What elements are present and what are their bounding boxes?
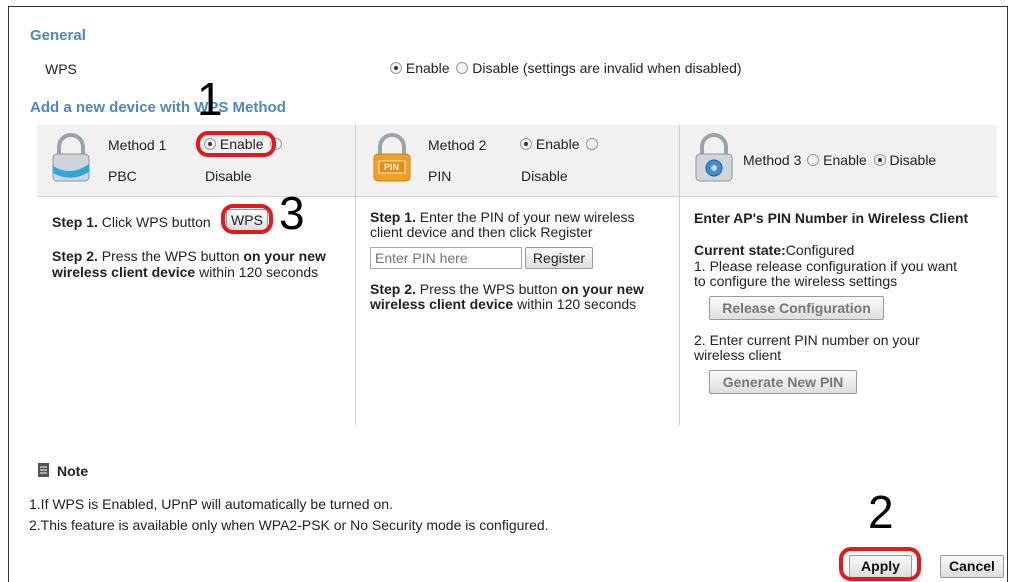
method3-disable-radio[interactable] — [873, 154, 886, 166]
method1-disable-label: Disable — [205, 168, 252, 184]
method3-name: Method 3 — [743, 152, 802, 168]
method3-disable-label: Disable — [889, 152, 937, 168]
wps-label: WPS — [45, 61, 77, 77]
wps-disable-label: Disable (settings are invalid when disab… — [472, 60, 742, 76]
method3-item2: 2. Enter current PIN number on your wire… — [694, 332, 920, 363]
method2-type: PIN — [428, 168, 452, 184]
wps-enable-label: Enable — [405, 60, 450, 76]
annotation-apply-highlight — [839, 547, 921, 581]
method1-step1: Step 1. Click WPS button — [52, 214, 211, 230]
pin-icon-text: PIN — [384, 162, 400, 172]
method3-state: Current state:Configured — [694, 242, 855, 258]
method1-type: PBC — [108, 168, 137, 184]
generate-new-pin-button[interactable]: Generate New PIN — [709, 370, 857, 394]
padlock-gear-icon — [693, 133, 735, 183]
annotation-number-3: 3 — [279, 187, 305, 239]
note-line-2: 2.This feature is available only when WP… — [29, 517, 549, 533]
method2-name: Method 2 — [428, 137, 487, 153]
annotation-number-1: 1 — [197, 73, 223, 125]
method1-name: Method 1 — [108, 137, 167, 153]
wps-toggle-group: Enable Disable (settings are invalid whe… — [390, 60, 742, 76]
method3-item1: 1. Please release configuration if you w… — [694, 258, 958, 289]
note-line-1: 1.If WPS is Enabled, UPnP will automatic… — [29, 496, 393, 512]
wps-disable-radio[interactable] — [456, 62, 469, 74]
method2-enable-label: Enable — [535, 136, 580, 152]
method3-title: Enter AP's PIN Number in Wireless Client — [694, 210, 969, 226]
method3-enable-label: Enable — [823, 152, 867, 168]
annotation-wps-highlight — [221, 204, 273, 234]
register-button[interactable]: Register — [525, 247, 593, 269]
method3-enable-radio[interactable] — [807, 154, 820, 166]
annotation-number-2: 2 — [868, 486, 894, 538]
method2-step2: Step 2. Press the WPS button on your new… — [370, 281, 644, 312]
method1-step2: Step 2. Press the WPS button on your new… — [52, 248, 326, 280]
pin-input[interactable] — [370, 247, 522, 269]
method2-enable-radio[interactable] — [520, 138, 532, 150]
padlock-pin-icon: PIN — [371, 133, 413, 183]
note-title: Note — [57, 463, 89, 479]
wps-method-heading: Add a new device with WPS Method — [30, 99, 286, 116]
annotation-enable-highlight — [196, 131, 276, 157]
padlock-pbc-icon — [50, 133, 92, 183]
method2-disable-label: Disable — [521, 168, 568, 184]
wps-enable-radio[interactable] — [390, 62, 402, 74]
note-icon — [38, 463, 49, 477]
cancel-button[interactable]: Cancel — [940, 555, 1004, 578]
general-heading: General — [30, 27, 86, 44]
method2-step1: Step 1. Enter the PIN of your new wirele… — [370, 209, 635, 240]
method2-disable-radio[interactable] — [586, 138, 599, 150]
release-configuration-button[interactable]: Release Configuration — [709, 296, 884, 320]
